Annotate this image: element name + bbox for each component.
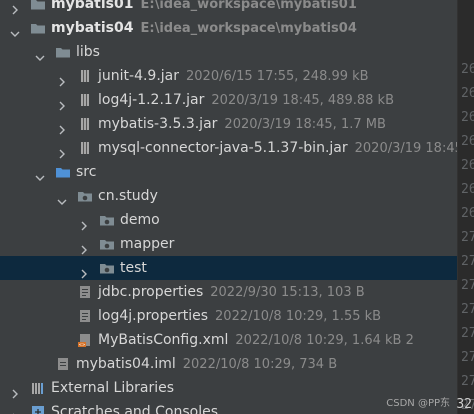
file-meta: 2022/9/30 15:13, 103 B bbox=[210, 285, 365, 300]
file-meta: 2020/3/19 18:45, 489.88 kB bbox=[211, 93, 394, 108]
tree-node-label: cn.study bbox=[98, 188, 158, 204]
tree-node-file-mybatisconfig-xml[interactable]: <> MyBatisConfig.xml 2022/10/8 10:29, 1.64… bbox=[0, 328, 457, 352]
bottom-right-number: 32 bbox=[456, 397, 472, 412]
tree-node-label: MyBatisConfig.xml 2022/10/8 10:29, 1.64 k… bbox=[98, 332, 414, 348]
xml-icon: <> bbox=[77, 332, 93, 348]
line-number: 27 bbox=[461, 254, 474, 269]
file-meta: 2022/10/8 10:29, 734 B bbox=[182, 357, 338, 372]
chevron-right-icon[interactable] bbox=[57, 143, 67, 159]
chevron-right-icon[interactable] bbox=[57, 95, 67, 111]
line-number: 26 bbox=[461, 62, 474, 77]
tree-node-label: libs bbox=[76, 44, 100, 60]
chevron-right-icon[interactable] bbox=[79, 263, 89, 279]
tree-node-project-mybatis04[interactable]: mybatis04 E:\idea_workspace\mybatis04 bbox=[0, 16, 457, 40]
chevron-right-icon[interactable] bbox=[57, 119, 67, 135]
tree-node-project-mybatis01[interactable]: mybatis01 E:\idea_workspace\mybatis01 bbox=[0, 0, 457, 16]
line-number: 27 bbox=[461, 278, 474, 293]
jar-icon bbox=[77, 140, 93, 156]
tree-node-package-mapper[interactable]: mapper bbox=[0, 232, 457, 256]
project-icon bbox=[30, 20, 46, 36]
tree-node-file-jdbc-properties[interactable]: jdbc.properties 2022/9/30 15:13, 103 B bbox=[0, 280, 457, 304]
tree-node-label: External Libraries bbox=[51, 380, 174, 396]
line-number: 27 bbox=[461, 302, 474, 317]
line-number: 27 bbox=[461, 326, 474, 341]
jar-icon bbox=[77, 92, 93, 108]
tree-node-label: mybatis04 E:\idea_workspace\mybatis04 bbox=[51, 20, 357, 36]
svg-text:<>: <> bbox=[79, 342, 86, 347]
tree-node-jar-junit[interactable]: junit-4.9.jar 2020/6/15 17:55, 248.99 kB bbox=[0, 64, 457, 88]
line-number: 26 bbox=[461, 182, 474, 197]
file-meta: 2022/10/8 10:29, 1.55 kB bbox=[215, 309, 382, 324]
tree-node-label: mysql-connector-java-5.1.37-bin.jar 2020/… bbox=[98, 136, 457, 160]
csdn-watermark: CSDN @PP东 bbox=[386, 398, 450, 409]
chevron-right-icon[interactable] bbox=[79, 215, 89, 231]
tree-node-label: jdbc.properties 2022/9/30 15:13, 103 B bbox=[98, 284, 365, 300]
iml-icon bbox=[55, 356, 71, 372]
tree-node-label: junit-4.9.jar 2020/6/15 17:55, 248.99 kB bbox=[98, 68, 369, 84]
chevron-right-icon[interactable] bbox=[10, 0, 20, 15]
chevron-right-icon[interactable] bbox=[10, 407, 20, 414]
project-tool-window: mybatis01 E:\idea_workspace\mybatis01myba… bbox=[0, 0, 474, 414]
package-icon bbox=[99, 236, 115, 252]
line-number: 27 bbox=[461, 350, 474, 365]
editor-line-gutter: 262626262626262727272727272727 bbox=[457, 0, 474, 414]
tree-node-label: src bbox=[76, 164, 97, 180]
file-meta: 2022/10/8 10:29, 1.64 kB 2 bbox=[235, 333, 414, 348]
libraries-icon bbox=[30, 380, 46, 396]
chevron-down-icon[interactable] bbox=[35, 167, 45, 181]
chevron-down-icon[interactable] bbox=[35, 47, 45, 61]
tree-node-folder-libs[interactable]: libs bbox=[0, 40, 457, 64]
tree-node-package-cn-study[interactable]: cn.study bbox=[0, 184, 457, 208]
tree-node-folder-src[interactable]: src bbox=[0, 160, 457, 184]
tree-node-file-log4j-properties[interactable]: log4j.properties 2022/10/8 10:29, 1.55 kB bbox=[0, 304, 457, 328]
project-icon bbox=[30, 0, 46, 12]
tree-node-label: mybatis-3.5.3.jar 2020/3/19 18:45, 1.7 MB bbox=[98, 116, 386, 132]
properties-icon bbox=[77, 284, 93, 300]
chevron-down-icon[interactable] bbox=[10, 23, 20, 37]
line-number: 26 bbox=[461, 134, 474, 149]
tree-node-jar-log4j[interactable]: log4j-1.2.17.jar 2020/3/19 18:45, 489.88 … bbox=[0, 88, 457, 112]
tree-node-label: mybatis04.iml 2022/10/8 10:29, 734 B bbox=[76, 356, 338, 372]
line-number: 26 bbox=[461, 206, 474, 221]
project-path: E:\idea_workspace\mybatis01 bbox=[140, 0, 357, 12]
properties-icon bbox=[77, 308, 93, 324]
tree-node-label: test bbox=[120, 260, 147, 276]
package-icon bbox=[99, 212, 115, 228]
tree-node-package-test[interactable]: test bbox=[0, 256, 457, 280]
chevron-right-icon[interactable] bbox=[79, 239, 89, 255]
tree-node-package-demo[interactable]: demo bbox=[0, 208, 457, 232]
scratches-icon bbox=[30, 404, 46, 414]
line-number: 26 bbox=[461, 110, 474, 125]
jar-icon bbox=[77, 116, 93, 132]
tree-node-label: Scratches and Consoles bbox=[51, 404, 218, 414]
line-number: 27 bbox=[461, 374, 474, 389]
tree-node-label: log4j.properties 2022/10/8 10:29, 1.55 kB bbox=[98, 308, 382, 324]
chevron-right-icon[interactable] bbox=[57, 71, 67, 87]
tree-node-label: mybatis01 E:\idea_workspace\mybatis01 bbox=[51, 0, 357, 16]
folder-icon bbox=[55, 44, 71, 60]
package-icon bbox=[99, 260, 115, 276]
tree-node-label: demo bbox=[120, 212, 160, 228]
line-number: 27 bbox=[461, 230, 474, 245]
package-icon bbox=[77, 188, 93, 204]
chevron-right-icon[interactable] bbox=[10, 383, 20, 399]
file-meta: 2020/3/19 18:45, 1.7 MB bbox=[224, 117, 386, 132]
line-number: 26 bbox=[461, 158, 474, 173]
file-meta: 2020/6/15 17:55, 248.99 kB bbox=[186, 69, 369, 84]
line-number: 26 bbox=[461, 86, 474, 101]
jar-icon bbox=[77, 68, 93, 84]
project-path: E:\idea_workspace\mybatis04 bbox=[140, 21, 357, 36]
src-icon bbox=[55, 164, 71, 180]
tree-node-file-mybatis04-iml[interactable]: mybatis04.iml 2022/10/8 10:29, 734 B bbox=[0, 352, 457, 376]
project-tree: mybatis01 E:\idea_workspace\mybatis01myba… bbox=[0, 0, 457, 414]
tree-node-label: mapper bbox=[120, 236, 175, 252]
tree-node-label: log4j-1.2.17.jar 2020/3/19 18:45, 489.88 … bbox=[98, 92, 394, 108]
chevron-down-icon[interactable] bbox=[57, 191, 67, 205]
file-meta: 2020/3/19 18:45, 985 bbox=[354, 141, 457, 156]
tree-node-jar-mybatis[interactable]: mybatis-3.5.3.jar 2020/3/19 18:45, 1.7 MB bbox=[0, 112, 457, 136]
tree-node-jar-mysql-connector[interactable]: mysql-connector-java-5.1.37-bin.jar 2020/… bbox=[0, 136, 457, 160]
